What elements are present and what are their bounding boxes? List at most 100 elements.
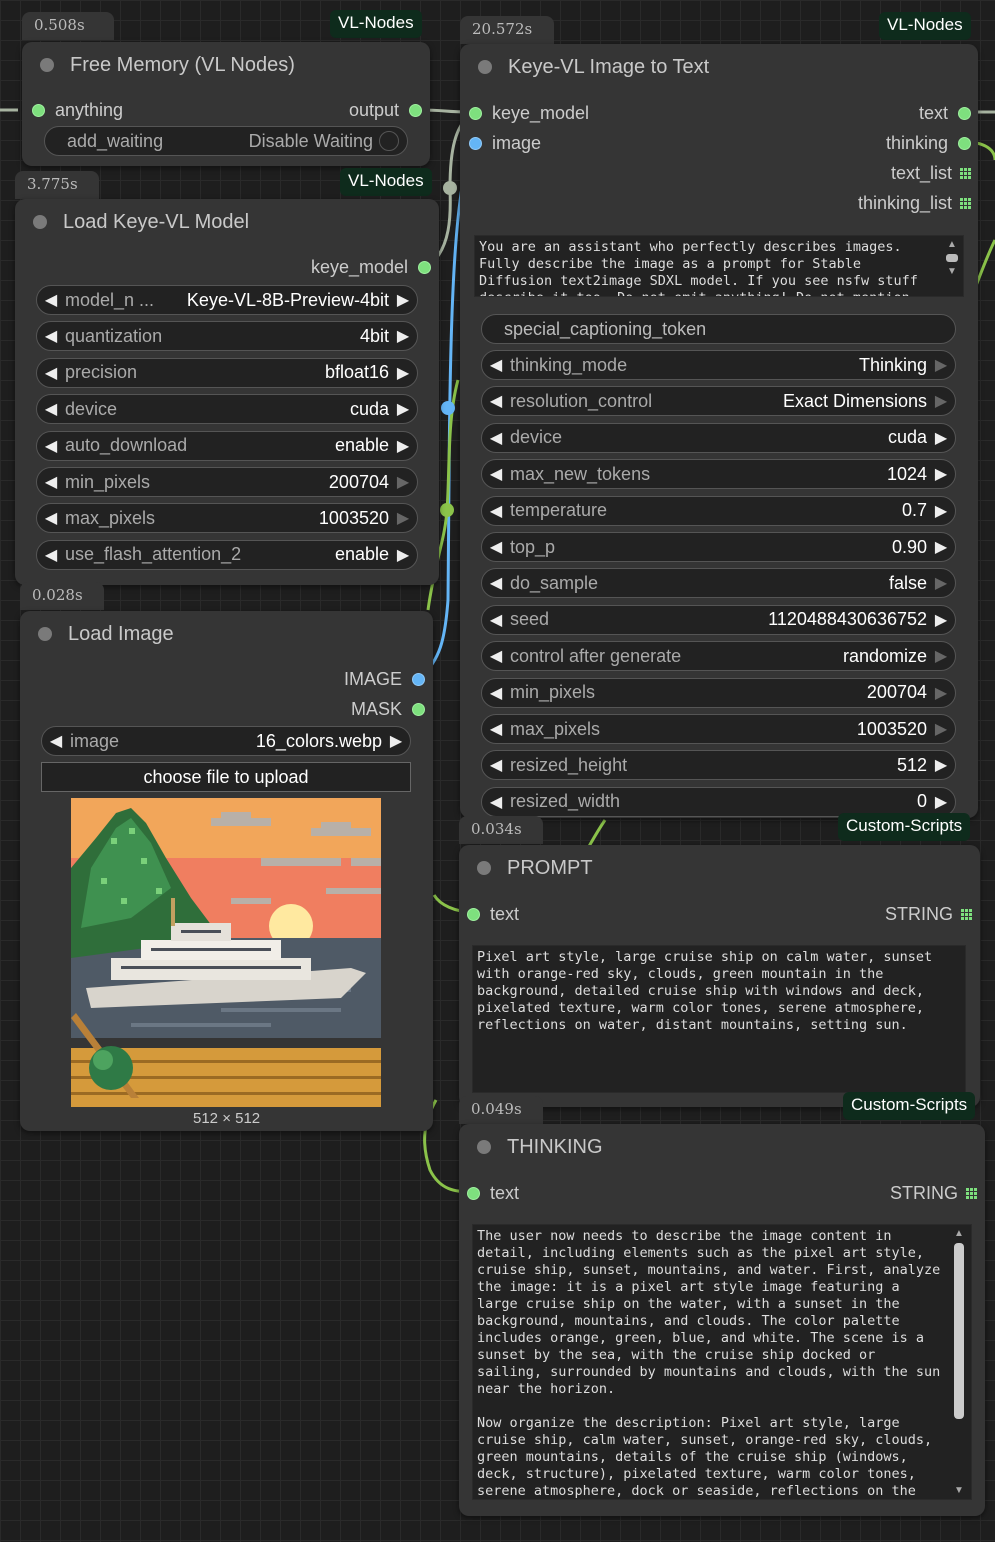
list-output-icon[interactable] — [960, 168, 971, 179]
collapse-dot-icon[interactable] — [33, 215, 47, 229]
decrement-arrow-icon[interactable]: ◀ — [482, 573, 510, 593]
output-slot-thinking[interactable]: thinking — [886, 133, 971, 154]
output-socket-icon[interactable] — [958, 137, 971, 150]
list-output-icon[interactable] — [960, 198, 971, 209]
widget-model-n[interactable]: ◀ model_n ... Keye-VL-8B-Preview-4bit ▶ — [36, 285, 418, 315]
prompt-scrollbar[interactable]: ▲ ▼ — [944, 239, 960, 293]
image-select-widget[interactable]: ◀ image 16_colors.webp ▶ — [41, 726, 411, 756]
toggle-knob-icon[interactable] — [379, 131, 399, 151]
decrement-arrow-icon[interactable]: ◀ — [37, 508, 65, 528]
increment-arrow-icon[interactable]: ▶ — [927, 537, 955, 557]
increment-arrow-icon[interactable]: ▶ — [927, 355, 955, 375]
widget-min-pixels[interactable]: ◀ min_pixels 200704 ▶ — [481, 677, 956, 708]
input-slot-text[interactable]: text — [467, 1183, 519, 1204]
increment-arrow-icon[interactable]: ▶ — [389, 363, 417, 383]
decrement-arrow-icon[interactable]: ◀ — [37, 545, 65, 565]
increment-arrow-icon[interactable]: ▶ — [389, 290, 417, 310]
list-output-icon[interactable] — [966, 1188, 977, 1199]
output-socket-icon[interactable] — [412, 673, 425, 686]
widget-max-pixels[interactable]: ◀ max_pixels 1003520 ▶ — [36, 503, 418, 534]
node-header[interactable]: Keye-VL Image to Text — [460, 44, 978, 90]
widget-max-pixels[interactable]: ◀ max_pixels 1003520 ▶ — [481, 714, 956, 744]
decrement-arrow-icon[interactable]: ◀ — [482, 755, 510, 775]
increment-arrow-icon[interactable]: ▶ — [389, 472, 417, 492]
collapse-dot-icon[interactable] — [38, 627, 52, 641]
input-socket-icon[interactable] — [469, 137, 482, 150]
decrement-arrow-icon[interactable]: ◀ — [37, 326, 65, 346]
output-slot-image[interactable]: IMAGE — [344, 669, 425, 690]
widget-temperature[interactable]: ◀ temperature 0.7 ▶ — [481, 495, 956, 526]
widget-resolution-control[interactable]: ◀ resolution_control Exact Dimensions ▶ — [481, 386, 956, 417]
decrement-arrow-icon[interactable]: ◀ — [482, 355, 510, 375]
output-socket-icon[interactable] — [958, 107, 971, 120]
input-slot-image[interactable]: image — [469, 133, 541, 154]
input-socket-icon[interactable] — [467, 1187, 480, 1200]
increment-arrow-icon[interactable]: ▶ — [927, 391, 955, 411]
decrement-arrow-icon[interactable]: ◀ — [37, 290, 65, 310]
output-slot-text[interactable]: text — [919, 103, 971, 124]
increment-arrow-icon[interactable]: ▶ — [389, 545, 417, 565]
increment-arrow-icon[interactable]: ▶ — [927, 646, 955, 666]
widget-seed[interactable]: ◀ seed 1120488430636752 ▶ — [481, 604, 956, 635]
keye-vl-image-to-text-node[interactable]: Keye-VL Image to Text keye_model image t… — [460, 44, 978, 818]
input-slot-text[interactable]: text — [467, 904, 519, 925]
widget-thinking-mode[interactable]: ◀ thinking_mode Thinking ▶ — [481, 350, 956, 380]
collapse-dot-icon[interactable] — [40, 58, 54, 72]
decrement-arrow-icon[interactable]: ◀ — [482, 683, 510, 703]
widget-control-after-generate[interactable]: ◀ control after generate randomize ▶ — [481, 641, 956, 672]
decrement-arrow-icon[interactable]: ◀ — [42, 731, 70, 751]
widget-do-sample[interactable]: ◀ do_sample false ▶ — [481, 568, 956, 599]
prompt-node[interactable]: PROMPT text STRING Pixel art style, larg… — [459, 845, 980, 1107]
output-slot-output[interactable]: output — [349, 100, 422, 121]
output-slot-string[interactable]: STRING — [890, 1183, 977, 1204]
scroll-up-icon[interactable]: ▲ — [951, 1228, 967, 1239]
decrement-arrow-icon[interactable]: ◀ — [37, 472, 65, 492]
scroll-up-icon[interactable]: ▲ — [944, 239, 960, 250]
increment-arrow-icon[interactable]: ▶ — [927, 719, 955, 739]
decrement-arrow-icon[interactable]: ◀ — [37, 436, 65, 456]
load-image-node[interactable]: Load Image IMAGE MASK ◀ image 16_colors.… — [20, 611, 433, 1131]
decrement-arrow-icon[interactable]: ◀ — [482, 719, 510, 739]
input-socket-icon[interactable] — [469, 107, 482, 120]
decrement-arrow-icon[interactable]: ◀ — [482, 610, 510, 630]
input-socket-icon[interactable] — [32, 104, 45, 117]
collapse-dot-icon[interactable] — [477, 1140, 491, 1154]
node-header[interactable]: Load Image — [20, 611, 433, 657]
input-socket-icon[interactable] — [467, 908, 480, 921]
thinking-output-textarea[interactable]: The user now needs to describe the image… — [472, 1224, 972, 1500]
decrement-arrow-icon[interactable]: ◀ — [482, 464, 510, 484]
increment-arrow-icon[interactable]: ▶ — [389, 326, 417, 346]
decrement-arrow-icon[interactable]: ◀ — [482, 792, 510, 812]
decrement-arrow-icon[interactable]: ◀ — [482, 428, 510, 448]
node-header[interactable]: THINKING — [459, 1124, 985, 1170]
widget-device[interactable]: ◀ device cuda ▶ — [36, 394, 418, 425]
widget-quantization[interactable]: ◀ quantization 4bit ▶ — [36, 321, 418, 352]
increment-arrow-icon[interactable]: ▶ — [389, 508, 417, 528]
node-header[interactable]: PROMPT — [459, 845, 980, 891]
input-slot-anything[interactable]: anything — [32, 100, 123, 121]
prompt-output-textarea[interactable]: Pixel art style, large cruise ship on ca… — [472, 945, 966, 1093]
collapse-dot-icon[interactable] — [478, 60, 492, 74]
output-slot-string[interactable]: STRING — [885, 904, 972, 925]
widget-max-new-tokens[interactable]: ◀ max_new_tokens 1024 ▶ — [481, 459, 956, 490]
free-memory-node[interactable]: Free Memory (VL Nodes) anything output a… — [22, 42, 430, 166]
scroll-down-icon[interactable]: ▼ — [944, 266, 960, 277]
widget-top-p[interactable]: ◀ top_p 0.90 ▶ — [481, 532, 956, 562]
increment-arrow-icon[interactable]: ▶ — [927, 683, 955, 703]
increment-arrow-icon[interactable]: ▶ — [927, 610, 955, 630]
output-socket-icon[interactable] — [418, 261, 431, 274]
widget-precision[interactable]: ◀ precision bfloat16 ▶ — [36, 357, 418, 388]
increment-arrow-icon[interactable]: ▶ — [927, 464, 955, 484]
thinking-scrollbar[interactable]: ▲ ▼ — [951, 1228, 967, 1496]
increment-arrow-icon[interactable]: ▶ — [389, 436, 417, 456]
decrement-arrow-icon[interactable]: ◀ — [37, 399, 65, 419]
increment-arrow-icon[interactable]: ▶ — [927, 428, 955, 448]
output-slot-text-list[interactable]: text_list — [891, 163, 971, 184]
output-slot-keye-model[interactable]: keye_model — [311, 257, 431, 278]
increment-arrow-icon[interactable]: ▶ — [927, 501, 955, 521]
decrement-arrow-icon[interactable]: ◀ — [482, 646, 510, 666]
output-socket-icon[interactable] — [412, 703, 425, 716]
widget-device[interactable]: ◀ device cuda ▶ — [481, 422, 956, 453]
decrement-arrow-icon[interactable]: ◀ — [482, 537, 510, 557]
decrement-arrow-icon[interactable]: ◀ — [482, 501, 510, 521]
